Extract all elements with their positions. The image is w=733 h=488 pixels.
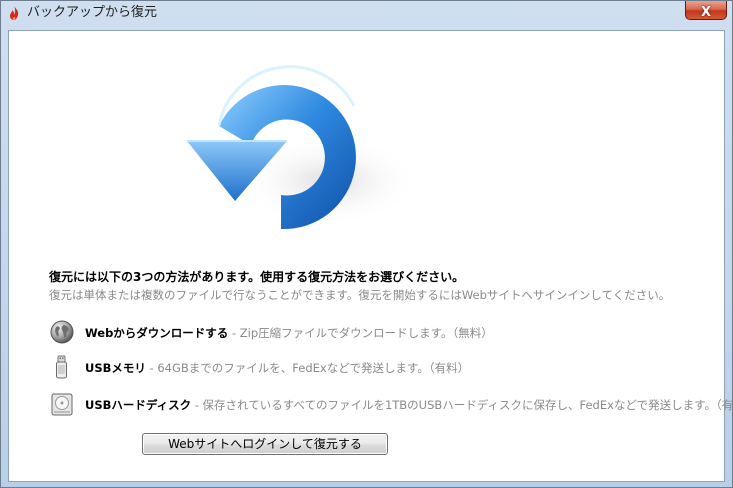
option-usb-hard-disk-text: USBハードディスク - 保存されているすべてのファイルを1TBのUSBハードデ… (85, 397, 733, 413)
option-description: - 保存されているすべてのファイルを1TBのUSBハードディスクに保存し、Fed… (191, 398, 733, 412)
restore-subheading: 復元は単体または複数のファイルで行なうことができます。復元を開始するにはWebサ… (49, 288, 671, 302)
option-web-download-text: Webからダウンロードする - Zip圧縮ファイルでダウンロードします。（無料） (85, 325, 493, 341)
flame-app-icon (10, 6, 19, 20)
option-description: - 64GBまでのファイルを、FedExなどで発送します。（有料） (145, 361, 470, 375)
login-restore-button[interactable]: Webサイトへログインして復元する (142, 433, 388, 455)
close-button[interactable]: X (685, 1, 727, 20)
option-label: USBメモリ (85, 361, 146, 375)
close-icon: X (700, 5, 712, 20)
option-label: USBハードディスク (85, 398, 192, 412)
option-label: Webからダウンロードする (85, 326, 229, 340)
option-usb-memory[interactable]: USBメモリ - 64GBまでのファイルを、FedExなどで発送します。（有料） (49, 354, 719, 382)
usb-drive-icon (56, 355, 67, 379)
window-title: バックアップから復元 (27, 5, 158, 20)
restore-arrow-icon (187, 65, 419, 230)
title-bar[interactable]: バックアップから復元 X (1, 1, 732, 25)
content-panel: 復元には以下の3つの方法があります。使用する復元方法をお選びください。 復元は単… (8, 30, 733, 482)
option-usb-memory-text: USBメモリ - 64GBまでのファイルを、FedExなどで発送します。（有料） (85, 360, 469, 376)
hard-disk-icon (51, 393, 73, 416)
restore-window: バックアップから復元 X 復元には以下の3つの方法があります。使用する復元方法を… (0, 0, 733, 488)
globe-icon (50, 320, 74, 344)
option-web-download[interactable]: Webからダウンロードする - Zip圧縮ファイルでダウンロードします。（無料） (49, 319, 719, 347)
option-usb-hard-disk[interactable]: USBハードディスク - 保存されているすべてのファイルを1TBのUSBハードデ… (49, 391, 733, 419)
restore-heading: 復元には以下の3つの方法があります。使用する復元方法をお選びください。 (49, 270, 465, 284)
option-description: - Zip圧縮ファイルでダウンロードします。（無料） (228, 326, 493, 340)
